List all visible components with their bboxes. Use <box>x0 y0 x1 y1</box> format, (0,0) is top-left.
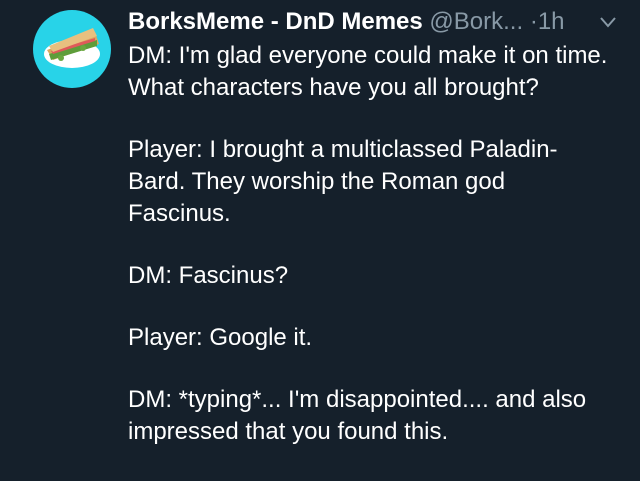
tweet-paragraph: DM: I'm glad everyone could make it on t… <box>128 42 608 101</box>
tweet-text: DM: I'm glad everyone could make it on t… <box>128 40 608 478</box>
display-name[interactable]: BorksMeme - DnD Memes <box>128 8 423 35</box>
chevron-down-icon[interactable] <box>598 14 618 30</box>
user-handle[interactable]: @Bork... <box>429 8 523 35</box>
avatar[interactable] <box>33 10 111 88</box>
timestamp[interactable]: 1h <box>538 8 565 35</box>
tweet-paragraph: Player: I brought a multiclassed Paladin… <box>128 136 558 227</box>
tweet-paragraph: DM: Fascinus? <box>128 262 289 289</box>
tweet-paragraph: DM: *typing*... I'm disappointed.... and… <box>128 386 587 445</box>
sandwich-icon <box>44 28 100 68</box>
separator-dot: · <box>529 8 538 35</box>
tweet-header: BorksMeme - DnD Memes @Bork... ·1h <box>128 6 624 38</box>
tweet-paragraph: Player: Google it. <box>128 324 313 351</box>
